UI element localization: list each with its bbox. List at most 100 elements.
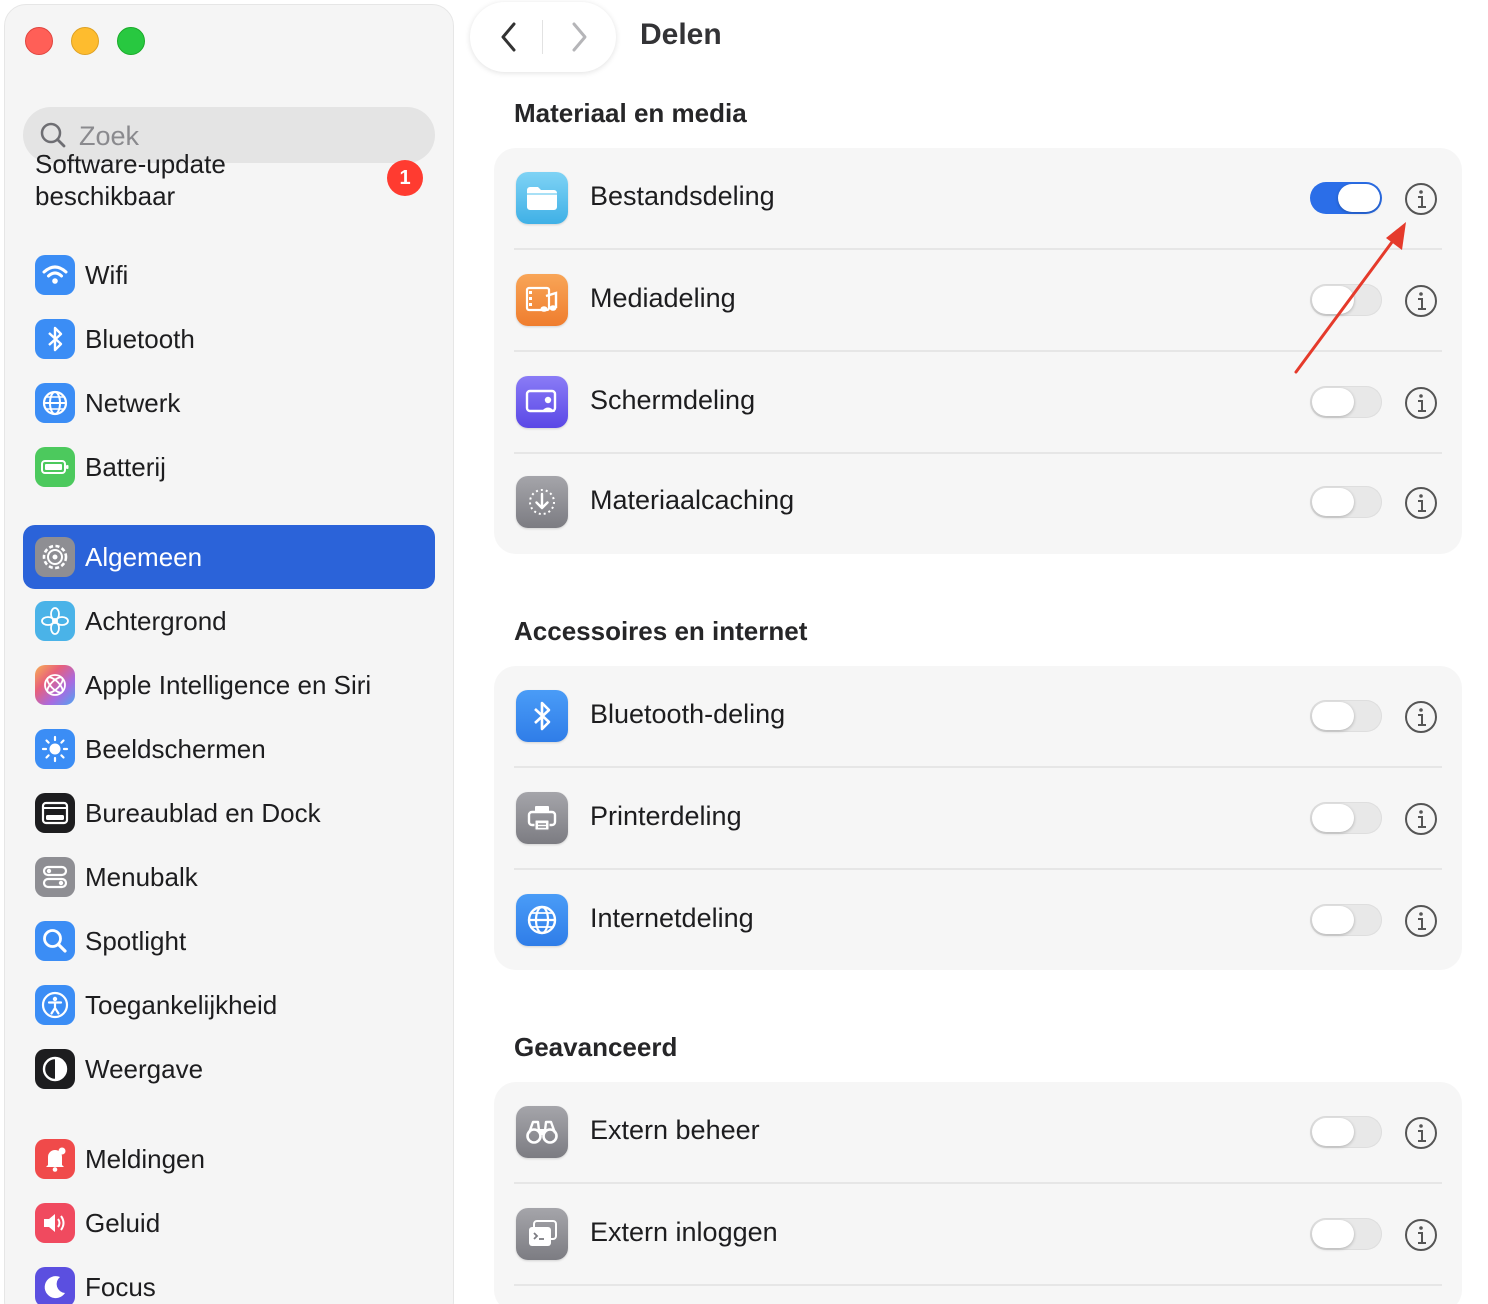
sidebar-item-label: Weergave bbox=[85, 1054, 204, 1084]
sidebar-item-spotlight[interactable]: Spotlight bbox=[23, 909, 435, 973]
media-icon bbox=[516, 274, 568, 326]
close-window-button[interactable] bbox=[25, 27, 53, 55]
sidebar-item-menubalk[interactable]: Menubalk bbox=[23, 845, 435, 909]
row-divider bbox=[514, 1284, 1442, 1286]
row-label: Bestandsdeling bbox=[590, 181, 775, 211]
sun-icon bbox=[35, 729, 75, 769]
info-icon[interactable] bbox=[1404, 1116, 1438, 1150]
info-icon[interactable] bbox=[1404, 486, 1438, 520]
moon-icon bbox=[35, 1267, 75, 1304]
sidebar-item-label: Geluid bbox=[85, 1208, 161, 1238]
software-update-link[interactable]: Software-update beschikbaar bbox=[35, 148, 355, 212]
toggle-materiaalcaching[interactable] bbox=[1310, 486, 1382, 518]
section-title-materiaal-media: Materiaal en media bbox=[514, 98, 747, 128]
sidebar-item-label: Achtergrond bbox=[85, 606, 227, 636]
toggle-mediadeling[interactable] bbox=[1310, 284, 1382, 316]
globe-icon bbox=[516, 894, 568, 946]
toggle-internetdeling[interactable] bbox=[1310, 904, 1382, 936]
sidebar-item-focus[interactable]: Focus bbox=[23, 1255, 435, 1304]
sidebar-item-achtergrond[interactable]: Achtergrond bbox=[23, 589, 435, 653]
row-bestandsdeling: Bestandsdeling bbox=[494, 148, 1462, 250]
toggle-printerdeling[interactable] bbox=[1310, 802, 1382, 834]
toggle-schermdeling[interactable] bbox=[1310, 386, 1382, 418]
sidebar-item-label: Menubalk bbox=[85, 862, 198, 892]
globe-icon bbox=[35, 383, 75, 423]
sidebar-item-label: Algemeen bbox=[85, 542, 203, 572]
magnifier-icon bbox=[35, 921, 75, 961]
toggle-extern-beheer[interactable] bbox=[1310, 1116, 1382, 1148]
nav-divider bbox=[542, 20, 543, 54]
back-button[interactable] bbox=[494, 18, 526, 56]
row-schermdeling: Schermdeling bbox=[494, 352, 1462, 454]
accessibility-icon bbox=[35, 985, 75, 1025]
sidebar-item-label: Beeldschermen bbox=[85, 734, 266, 764]
sidebar-item-apple-intelligence-siri[interactable]: Apple Intelligence en Siri bbox=[23, 653, 435, 717]
zoom-window-button[interactable] bbox=[117, 27, 145, 55]
battery-icon bbox=[35, 447, 75, 487]
sidebar-item-label: Netwerk bbox=[85, 388, 181, 418]
info-icon[interactable] bbox=[1404, 386, 1438, 420]
siri-icon bbox=[35, 665, 75, 705]
gear-icon bbox=[35, 537, 75, 577]
info-icon[interactable] bbox=[1404, 1218, 1438, 1252]
sidebar-item-wifi[interactable]: Wifi bbox=[23, 243, 435, 307]
sidebar-item-label: Focus bbox=[85, 1272, 156, 1302]
folder-icon bbox=[516, 172, 568, 224]
sidebar-item-label: Wifi bbox=[85, 260, 129, 290]
sidebar-item-label: Meldingen bbox=[85, 1144, 205, 1174]
section-title-geavanceerd: Geavanceerd bbox=[514, 1032, 678, 1062]
row-label: Schermdeling bbox=[590, 385, 756, 415]
sidebar-item-beeldschermen[interactable]: Beeldschermen bbox=[23, 717, 435, 781]
row-label: Printerdeling bbox=[590, 801, 742, 831]
toggle-extern-inloggen[interactable] bbox=[1310, 1218, 1382, 1250]
sidebar-item-bureaublad-dock[interactable]: Bureaublad en Dock bbox=[23, 781, 435, 845]
menubar-icon bbox=[35, 857, 75, 897]
info-icon[interactable] bbox=[1404, 802, 1438, 836]
sidebar-item-netwerk[interactable]: Netwerk bbox=[23, 371, 435, 435]
info-icon[interactable] bbox=[1404, 284, 1438, 318]
sidebar-item-batterij[interactable]: Batterij bbox=[23, 435, 435, 499]
row-label: Mediadeling bbox=[590, 283, 736, 313]
dock-icon bbox=[35, 793, 75, 833]
sidebar-item-geluid[interactable]: Geluid bbox=[23, 1191, 435, 1255]
toggle-bestandsdeling[interactable] bbox=[1310, 182, 1382, 214]
sidebar-item-label: Bluetooth bbox=[85, 324, 195, 354]
info-icon[interactable] bbox=[1404, 182, 1438, 216]
sidebar-item-meldingen[interactable]: Meldingen bbox=[23, 1127, 435, 1191]
printer-icon bbox=[516, 792, 568, 844]
sidebar-item-label: Apple Intelligence en Siri bbox=[85, 670, 372, 700]
toggle-bluetooth-deling[interactable] bbox=[1310, 700, 1382, 732]
minimize-window-button[interactable] bbox=[71, 27, 99, 55]
row-mediadeling: Mediadeling bbox=[494, 250, 1462, 352]
terminal-icon bbox=[516, 1208, 568, 1260]
section-title-accessoires-internet: Accessoires en internet bbox=[514, 616, 808, 646]
row-extern-inloggen: Extern inloggen bbox=[494, 1184, 1462, 1286]
forward-button[interactable] bbox=[562, 18, 594, 56]
bluetooth-icon bbox=[35, 319, 75, 359]
speaker-icon bbox=[35, 1203, 75, 1243]
binoculars-icon bbox=[516, 1106, 568, 1158]
search-icon bbox=[40, 122, 66, 148]
row-extern-beheer: Extern beheer bbox=[494, 1082, 1462, 1184]
screen-share-icon bbox=[516, 376, 568, 428]
sidebar-item-weergave[interactable]: Weergave bbox=[23, 1037, 435, 1101]
sidebar-item-algemeen[interactable]: Algemeen bbox=[23, 525, 435, 589]
row-internetdeling: Internetdeling bbox=[494, 870, 1462, 972]
row-bluetooth-deling: Bluetooth-deling bbox=[494, 666, 1462, 768]
sidebar-item-label: Bureaublad en Dock bbox=[85, 798, 321, 828]
flower-icon bbox=[35, 601, 75, 641]
info-icon[interactable] bbox=[1404, 700, 1438, 734]
info-icon[interactable] bbox=[1404, 904, 1438, 938]
row-materiaalcaching: Materiaalcaching bbox=[494, 452, 1462, 554]
sidebar-item-label: Spotlight bbox=[85, 926, 187, 956]
row-label: Materiaalcaching bbox=[590, 485, 795, 515]
row-printerdeling: Printerdeling bbox=[494, 768, 1462, 870]
group-accessoires-internet: Bluetooth-deling Printerdeling Internetd… bbox=[494, 666, 1462, 970]
sidebar-item-toegankelijkheid[interactable]: Toegankelijkheid bbox=[23, 973, 435, 1037]
sidebar-item-label: Toegankelijkheid bbox=[85, 990, 278, 1020]
wifi-icon bbox=[35, 255, 75, 295]
sidebar-item-bluetooth[interactable]: Bluetooth bbox=[23, 307, 435, 371]
bluetooth-icon bbox=[516, 690, 568, 742]
page-title: Delen bbox=[640, 18, 722, 51]
row-label: Extern inloggen bbox=[590, 1217, 778, 1247]
